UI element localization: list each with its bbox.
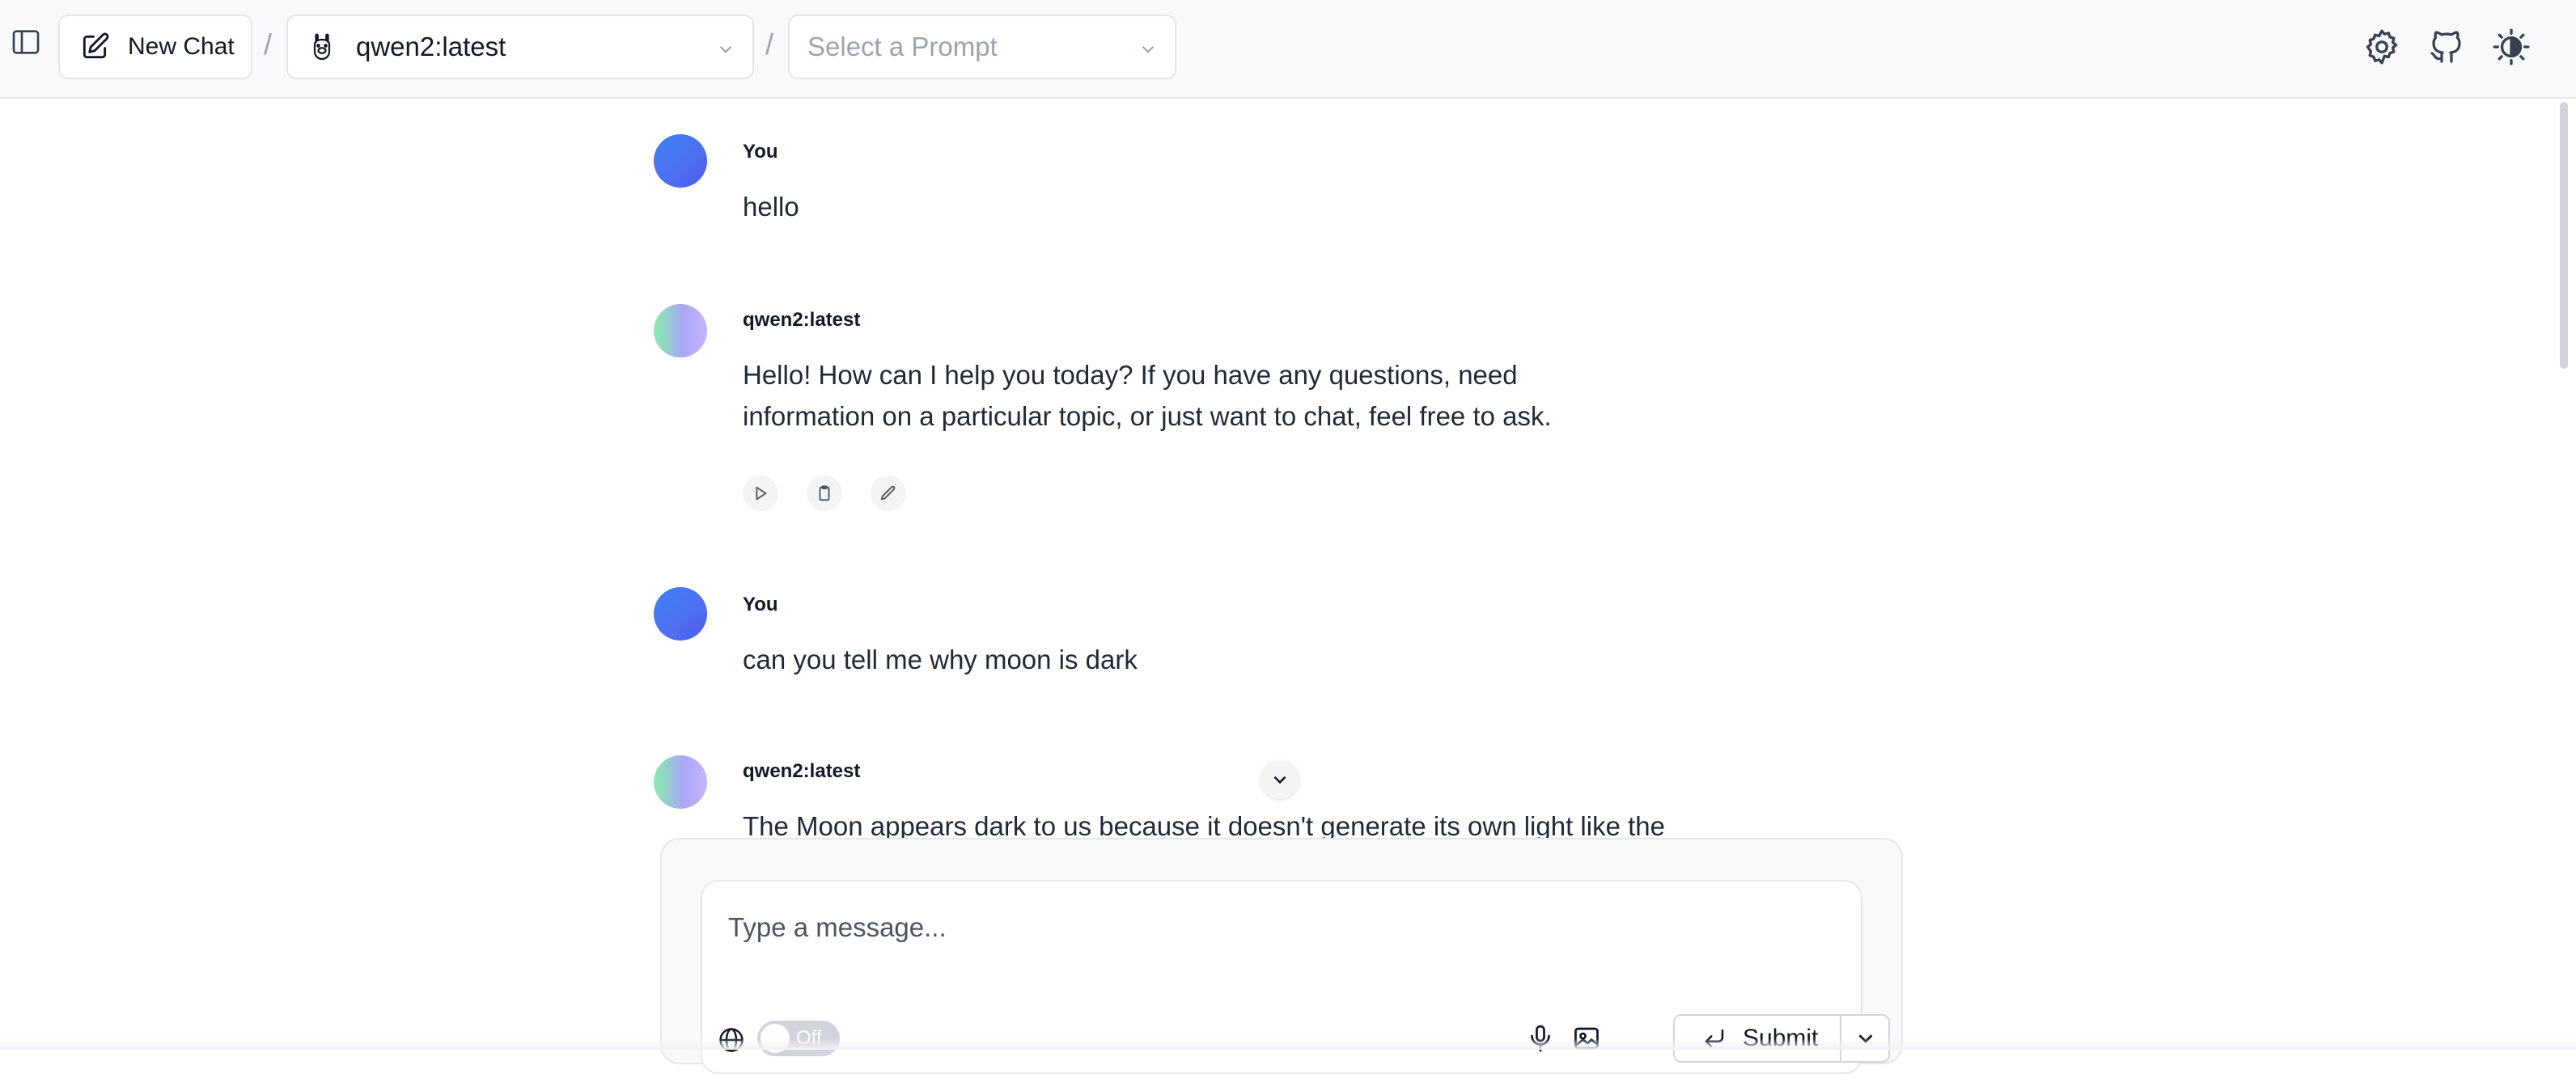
user-avatar [654, 587, 707, 641]
top-bar: New Chat / qwen2:latest / Select a Promp… [0, 0, 2576, 99]
pencil-icon [880, 485, 896, 501]
message-text: hello [743, 192, 799, 222]
chevron-down-icon [1142, 45, 1155, 53]
model-selector[interactable]: qwen2:latest [286, 15, 754, 79]
chevron-down-icon [719, 45, 732, 53]
new-chat-label: New Chat [128, 33, 235, 60]
chat-message-user: You hello [654, 134, 1705, 239]
breadcrumb-separator: / [264, 27, 273, 61]
edit-button[interactable] [871, 476, 906, 511]
chat-message-assistant: qwen2:latest The Moon appears dark to us… [654, 755, 1705, 844]
read-aloud-button[interactable] [743, 476, 778, 511]
model-selector-value: qwen2:latest [356, 32, 506, 61]
user-avatar [654, 134, 707, 188]
new-chat-button[interactable]: New Chat [58, 15, 252, 79]
composer-container: Type a message... Off Submit [660, 838, 1903, 1074]
chat-message-user: You can you tell me why moon is dark [654, 587, 1705, 692]
message-actions [743, 476, 906, 511]
settings-button[interactable] [2359, 24, 2404, 70]
message-author: You [743, 594, 778, 615]
message-author: qwen2:latest [743, 309, 861, 331]
clipboard-icon [819, 485, 830, 501]
sidebar-toggle-button[interactable] [8, 24, 44, 60]
message-text: Hello! How can I help you today? If you … [743, 360, 1552, 431]
message-author: qwen2:latest [743, 760, 861, 782]
chat-message-assistant: qwen2:latest Hello! How can I help you t… [654, 304, 1705, 522]
llama-icon [313, 33, 331, 61]
scroll-to-bottom-button[interactable] [1260, 760, 1299, 799]
edit-square-icon [83, 32, 109, 59]
sidebar-panel-icon [12, 30, 40, 54]
theme-toggle-button[interactable] [2489, 24, 2534, 70]
assistant-avatar [654, 755, 707, 809]
message-input[interactable]: Type a message... [728, 912, 947, 943]
play-icon [756, 486, 767, 501]
prompt-selector-placeholder: Select a Prompt [807, 32, 998, 61]
gear-icon [2366, 29, 2398, 65]
github-icon [2430, 31, 2461, 63]
bottom-edge [0, 1038, 2576, 1050]
chat-scrollbar[interactable] [2560, 102, 2568, 369]
github-link[interactable] [2424, 24, 2469, 70]
prompt-selector[interactable]: Select a Prompt [788, 15, 1176, 79]
assistant-avatar [654, 304, 707, 357]
sun-gear-icon [2493, 28, 2530, 66]
breadcrumb-separator: / [765, 27, 774, 61]
copy-button[interactable] [807, 476, 842, 511]
message-author: You [743, 141, 778, 163]
chevron-down-icon [1273, 776, 1286, 784]
message-text: can you tell me why moon is dark [743, 645, 1138, 674]
